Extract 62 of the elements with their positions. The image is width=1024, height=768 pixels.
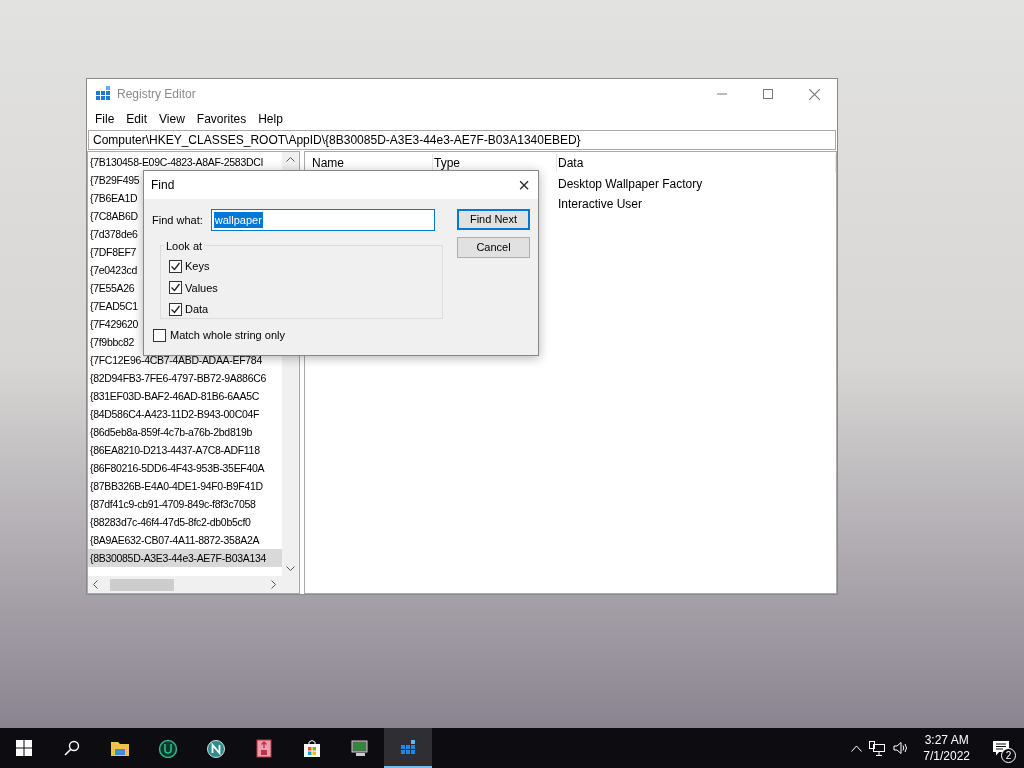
tree-item[interactable]: {82D94FB3-7FE6-4797-BB72-9A886C6 <box>88 369 282 387</box>
tree-item[interactable]: {831EF03D-BAF2-46AD-81B6-6AA5C <box>88 387 282 405</box>
scroll-up-icon[interactable] <box>286 156 295 162</box>
notification-button[interactable]: 2 <box>978 728 1024 768</box>
checkbox[interactable] <box>169 281 182 295</box>
find-what-label: Find what: <box>152 212 203 228</box>
value-data: Interactive User <box>557 196 643 213</box>
shopping-bag-icon <box>302 738 322 758</box>
speaker-icon[interactable] <box>893 741 910 755</box>
taskbar-app[interactable] <box>384 728 432 768</box>
value-data: Desktop Wallpaper Factory <box>557 176 703 193</box>
menu-item[interactable]: Favorites <box>190 110 253 128</box>
tree-item[interactable]: {86EA8210-D213-4437-A7C8-ADF118 <box>88 441 282 459</box>
scroll-down-icon[interactable] <box>286 566 295 572</box>
document-icon <box>254 738 274 758</box>
chevron-up-icon[interactable] <box>851 744 863 752</box>
time-text: 3:27 AM <box>924 732 969 748</box>
registry-cubes-icon <box>95 86 111 102</box>
close-button[interactable]: × <box>518 175 530 195</box>
tree-item[interactable]: {87BB326B-E4A0-4DE1-94F0-B9F41D <box>88 477 282 495</box>
tree-item[interactable]: {8B30085D-A3E3-44e3-AE7F-B03A134 <box>88 549 282 567</box>
scroll-thumb[interactable] <box>110 578 174 591</box>
find-what-field[interactable]: wallpaper <box>210 209 435 231</box>
monitor-icon <box>350 738 370 758</box>
menu-item[interactable]: Help <box>252 110 289 128</box>
checkbox[interactable] <box>169 302 182 316</box>
tree-item[interactable]: {88283d7c-46f4-47d5-8fc2-db0b5cf0 <box>88 513 282 531</box>
address-bar[interactable]: Computer\HKEY_CLASSES_ROOT\AppID\{8B30085D-A3E3-44e3-AE7F-B03A1340EBED} <box>88 130 836 150</box>
network-icon[interactable] <box>869 740 886 756</box>
dialog-button[interactable]: Cancel <box>457 237 530 258</box>
scroll-left-icon[interactable] <box>92 580 98 589</box>
cubes-icon <box>398 737 418 757</box>
horizontal-scrollbar[interactable] <box>88 576 299 593</box>
checkbox[interactable] <box>153 328 166 342</box>
tree-item[interactable]: {8A9AE632-CB07-4A11-8872-358A2A <box>88 531 282 549</box>
menu-item[interactable]: Edit <box>120 110 154 128</box>
selected-text: wallpaper <box>213 211 263 229</box>
checkbox-label: Match whole string only <box>170 328 285 343</box>
tree-item[interactable]: {7B130458-E09C-4823-A8AF-2583DCI <box>88 153 282 171</box>
tree-item[interactable]: {86d5eb8a-859f-4c7b-a76b-2bd819b <box>88 423 282 441</box>
maximize-icon <box>763 89 773 99</box>
close-icon <box>808 88 820 100</box>
checkbox-label: Values <box>185 280 218 296</box>
window-title: Registry Editor <box>117 86 196 103</box>
checkbox[interactable] <box>169 259 182 273</box>
windows-logo-icon <box>16 740 32 756</box>
scroll-right-icon[interactable] <box>271 580 277 589</box>
search-icon <box>64 740 80 756</box>
checkbox-label: Keys <box>185 259 210 274</box>
letter-circle-icon <box>206 738 226 758</box>
column-header[interactable]: Data <box>557 154 836 172</box>
checkbox-label: Data <box>185 302 209 317</box>
tree-item[interactable]: {84D586C4-A423-11D2-B943-00C04F <box>88 405 282 423</box>
clock[interactable]: 3:27 AM 7/1/2022 <box>915 732 978 764</box>
dialog-button[interactable]: Find Next <box>457 209 530 230</box>
dialog-title: Find <box>151 177 175 194</box>
tree-item[interactable]: {87df41c9-cb91-4709-849c-f8f3c7058 <box>88 495 282 513</box>
menu-item[interactable]: View <box>153 110 191 128</box>
tree-item[interactable]: {86F80216-5DD6-4F43-953B-35EF40A <box>88 459 282 477</box>
menu-item[interactable]: File <box>89 110 121 128</box>
notification-count: 2 <box>1001 748 1016 763</box>
date-text: 7/1/2022 <box>923 748 970 764</box>
